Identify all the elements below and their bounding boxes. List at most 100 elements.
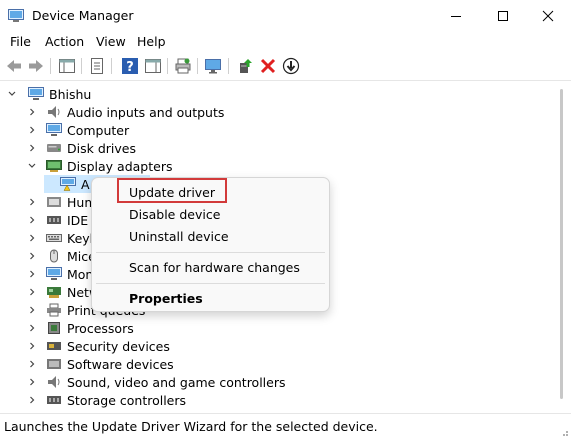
hid-icon bbox=[47, 197, 61, 207]
toolbar: ? bbox=[0, 53, 571, 81]
minimize-icon bbox=[451, 15, 461, 17]
tree-item-label: Disk drives bbox=[67, 140, 136, 156]
minimize-button[interactable] bbox=[433, 0, 479, 31]
tree-item-monitors[interactable]: Mon bbox=[26, 265, 93, 283]
display-adapter-icon bbox=[46, 160, 62, 172]
chevron-down-icon[interactable] bbox=[6, 85, 18, 103]
scrollbar-thumb[interactable] bbox=[560, 89, 563, 399]
toolbar-separator bbox=[167, 58, 168, 74]
window-title: Device Manager bbox=[32, 8, 134, 23]
menu-separator bbox=[96, 283, 325, 284]
tree-item-mice[interactable]: Mice bbox=[26, 247, 96, 265]
chevron-right-icon[interactable] bbox=[26, 337, 38, 355]
uninstall-x-icon[interactable] bbox=[259, 57, 277, 75]
chevron-down-icon[interactable] bbox=[26, 157, 38, 175]
network-adapter-icon bbox=[47, 287, 61, 298]
toolbar-separator bbox=[50, 58, 51, 74]
tree-item-label: Display adapters bbox=[67, 158, 173, 174]
chevron-right-icon[interactable] bbox=[26, 265, 38, 283]
close-button[interactable] bbox=[525, 0, 571, 31]
forward-arrow-icon[interactable] bbox=[27, 57, 45, 75]
monitor-icon[interactable] bbox=[204, 57, 222, 75]
chevron-right-icon[interactable] bbox=[26, 103, 38, 121]
vertical-scrollbar[interactable] bbox=[553, 81, 571, 411]
tree-item-label: Processors bbox=[67, 320, 134, 336]
tree-item-network[interactable]: Netw bbox=[26, 283, 99, 301]
tree-item-label: Computer bbox=[67, 122, 130, 138]
resize-grip-icon[interactable] bbox=[559, 427, 569, 437]
menu-item-properties[interactable]: Properties bbox=[129, 291, 203, 306]
chevron-right-icon[interactable] bbox=[26, 121, 38, 139]
printer-icon bbox=[47, 303, 61, 317]
back-arrow-icon[interactable] bbox=[5, 57, 23, 75]
chevron-right-icon[interactable] bbox=[26, 355, 38, 373]
chevron-right-icon[interactable] bbox=[26, 247, 38, 265]
tree-item-label: A bbox=[81, 176, 90, 192]
chevron-right-icon[interactable] bbox=[26, 139, 38, 157]
chevron-right-icon[interactable] bbox=[26, 229, 38, 247]
tree-item-label: Sound, video and game controllers bbox=[67, 374, 286, 390]
update-driver-icon[interactable] bbox=[236, 57, 254, 75]
menu-help[interactable]: Help bbox=[137, 34, 166, 49]
monitor-icon bbox=[46, 267, 62, 280]
help-icon[interactable]: ? bbox=[121, 57, 139, 75]
keyboard-icon bbox=[46, 234, 62, 242]
action-pane-icon[interactable] bbox=[144, 57, 162, 75]
tree-item-hid[interactable]: Hum bbox=[26, 193, 97, 211]
print-icon[interactable] bbox=[174, 57, 192, 75]
software-device-icon bbox=[47, 359, 61, 369]
close-icon bbox=[542, 10, 554, 21]
sound-icon bbox=[48, 376, 60, 388]
chevron-right-icon[interactable] bbox=[26, 391, 38, 409]
tree-item-label: Software devices bbox=[67, 356, 174, 372]
tree-item-label: Security devices bbox=[67, 338, 170, 354]
toolbar-separator bbox=[228, 58, 229, 74]
storage-controller-icon bbox=[47, 396, 61, 404]
tree-item-keyboards[interactable]: Keyb bbox=[26, 229, 98, 247]
toolbar-separator bbox=[81, 58, 82, 74]
menu-item-uninstall-device[interactable]: Uninstall device bbox=[129, 229, 229, 244]
tree-item-disk-drives[interactable]: Disk drives bbox=[26, 139, 136, 157]
chevron-right-icon[interactable] bbox=[26, 301, 38, 319]
tree-item-display-adapters[interactable]: Display adapters bbox=[26, 157, 172, 175]
disable-device-icon[interactable] bbox=[282, 57, 300, 75]
svg-text:?: ? bbox=[126, 60, 134, 75]
device-manager-window: Device Manager File Action View Help ? B… bbox=[0, 0, 571, 439]
status-text: Launches the Update Driver Wizard for th… bbox=[4, 419, 378, 434]
tree-item-software-devices[interactable]: Software devices bbox=[26, 355, 174, 373]
menu-item-scan-hardware[interactable]: Scan for hardware changes bbox=[129, 260, 300, 275]
disk-drive-icon bbox=[47, 144, 61, 152]
tree-root[interactable]: Bhishu bbox=[6, 85, 91, 103]
menu-separator bbox=[96, 252, 325, 253]
device-manager-app-icon bbox=[8, 9, 24, 22]
chevron-right-icon[interactable] bbox=[26, 373, 38, 391]
chevron-right-icon[interactable] bbox=[26, 211, 38, 229]
show-hide-console-tree-icon[interactable] bbox=[58, 57, 76, 75]
maximize-button[interactable] bbox=[480, 0, 526, 31]
tree-item-label: Storage controllers bbox=[67, 392, 187, 408]
update-driver-highlight-box bbox=[117, 178, 227, 203]
tree-item-audio[interactable]: Audio inputs and outputs bbox=[26, 103, 224, 121]
chevron-right-icon[interactable] bbox=[26, 319, 38, 337]
tree-item-security-devices[interactable]: Security devices bbox=[26, 337, 170, 355]
menu-view[interactable]: View bbox=[96, 34, 126, 49]
tree-item-computer[interactable]: Computer bbox=[26, 121, 129, 139]
tree-item-storage[interactable]: Storage controllers bbox=[26, 391, 186, 409]
processor-icon bbox=[48, 322, 60, 334]
chevron-right-icon[interactable] bbox=[26, 193, 38, 211]
tree-item-processors[interactable]: Processors bbox=[26, 319, 134, 337]
menu-item-disable-device[interactable]: Disable device bbox=[129, 207, 220, 222]
chevron-right-icon[interactable] bbox=[26, 283, 38, 301]
status-bar: Launches the Update Driver Wizard for th… bbox=[0, 413, 571, 439]
menu-file[interactable]: File bbox=[10, 34, 31, 49]
tree-item-ide[interactable]: IDE A bbox=[26, 211, 101, 229]
toolbar-separator bbox=[197, 58, 198, 74]
tree-item-sound[interactable]: Sound, video and game controllers bbox=[26, 373, 286, 391]
ide-controller-icon bbox=[47, 216, 61, 224]
title-bar: Device Manager bbox=[0, 0, 571, 31]
maximize-icon bbox=[498, 10, 508, 21]
security-device-icon bbox=[47, 342, 61, 350]
tree-item-label: Mon bbox=[67, 266, 94, 282]
menu-action[interactable]: Action bbox=[45, 34, 84, 49]
properties-sheet-icon[interactable] bbox=[88, 57, 106, 75]
